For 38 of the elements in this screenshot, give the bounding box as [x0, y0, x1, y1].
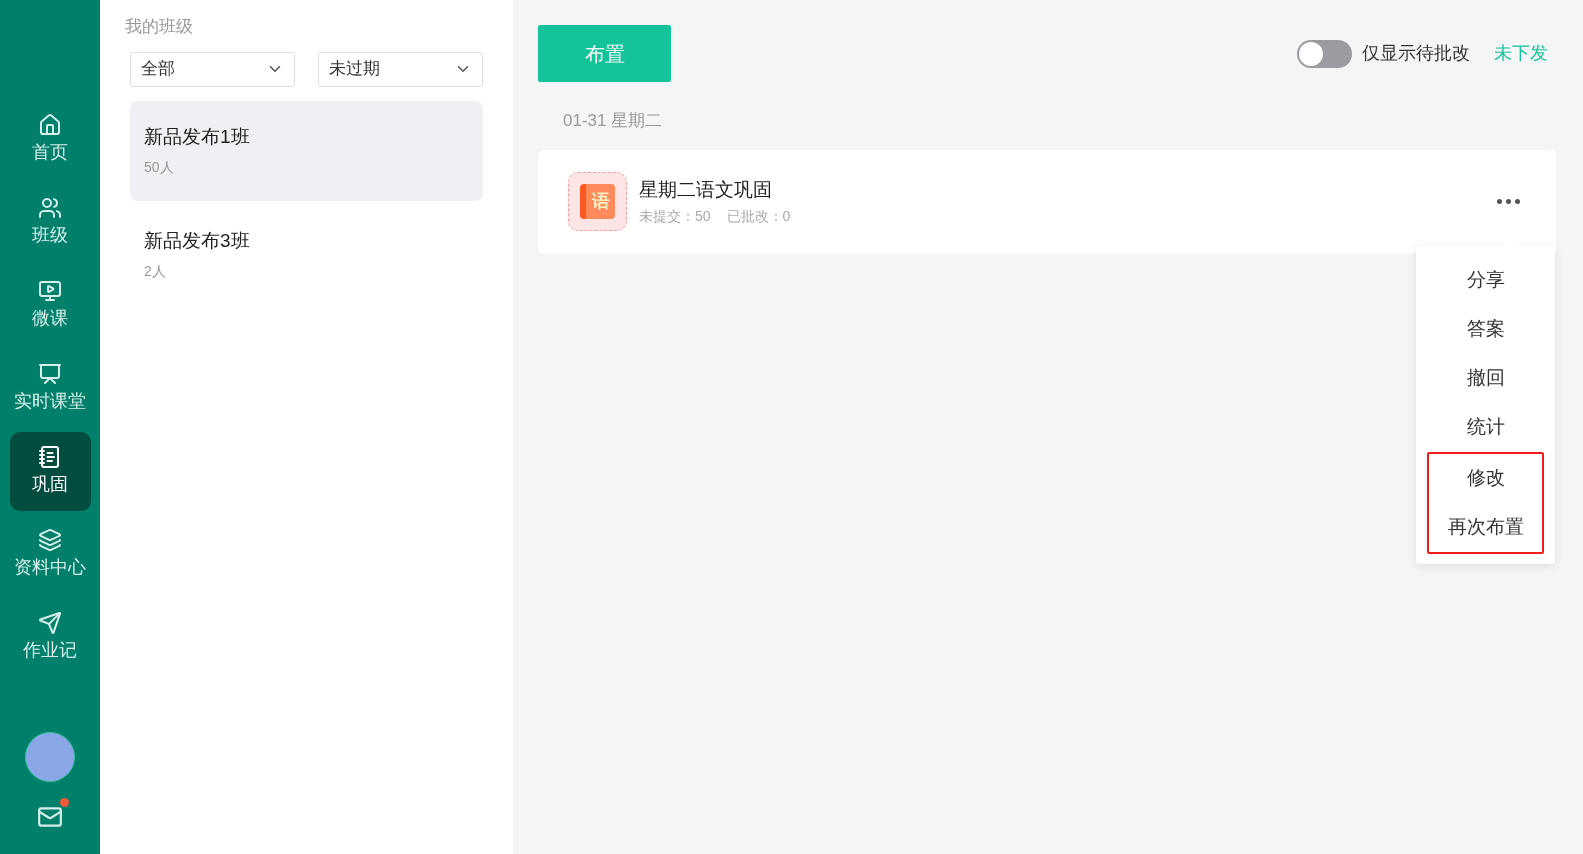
nav-icon [38, 445, 62, 469]
assignment-stat: 未提交：50 [639, 207, 711, 227]
nav-item[interactable]: 巩固 [9, 432, 91, 511]
toggle-label: 仅显示待批改 [1362, 42, 1470, 65]
nav-item[interactable]: 实时课堂 [9, 349, 91, 428]
nav-icon [38, 196, 62, 220]
avatar[interactable] [25, 732, 75, 782]
class-count: 2人 [144, 262, 167, 281]
class-name: 新品发布3班 [144, 228, 251, 253]
class-item[interactable]: 新品发布1班 50人 [130, 100, 483, 201]
filter-dropdown[interactable]: 全部 [130, 51, 295, 87]
menu-item[interactable]: 撤回 [1450, 354, 1521, 403]
menu-item[interactable]: 修改 [1450, 454, 1521, 503]
nav-icon [38, 113, 62, 137]
menu-item[interactable]: 分享 [1450, 256, 1521, 305]
menu-item[interactable]: 统计 [1450, 403, 1521, 452]
nav-icon [38, 279, 62, 303]
mail-icon[interactable] [37, 804, 63, 830]
filter-dropdown[interactable]: 未过期 [318, 51, 483, 87]
nav-item[interactable]: 资料中心 [9, 515, 91, 594]
toggle-switch[interactable] [1297, 39, 1352, 68]
nav-icon [38, 528, 62, 552]
assignment-title: 星期二语文巩固 [639, 177, 773, 202]
subject-icon: 语 [568, 172, 627, 231]
nav-item[interactable]: 微课 [9, 266, 91, 345]
panel-title: 我的班级 [125, 16, 194, 38]
nav-icon [38, 611, 62, 635]
date-heading: 01-31 星期二 [563, 110, 663, 132]
nav-icon [38, 362, 62, 386]
assignment-card[interactable]: 语 星期二语文巩固 未提交：50 已批改：0 [538, 149, 1556, 254]
menu-item[interactable]: 再次布置 [1431, 503, 1540, 552]
class-count: 50人 [144, 158, 175, 177]
menu-item[interactable]: 答案 [1450, 305, 1521, 354]
class-name: 新品发布1班 [144, 124, 251, 149]
nav-item[interactable]: 作业记 [9, 598, 91, 677]
nav-item[interactable]: 班级 [9, 183, 91, 262]
nav-item[interactable]: 首页 [9, 100, 91, 179]
assignment-stat: 已批改：0 [726, 207, 791, 227]
